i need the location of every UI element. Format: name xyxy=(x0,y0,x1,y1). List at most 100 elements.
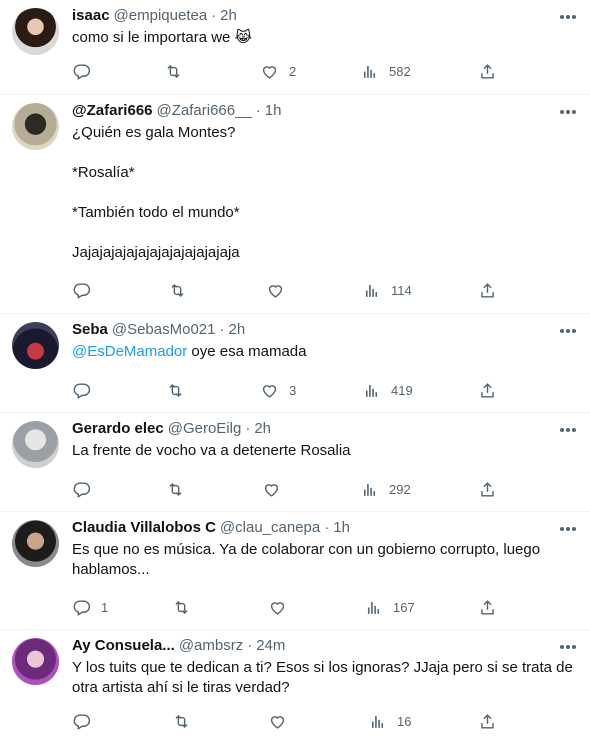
like-count: 2 xyxy=(289,64,297,79)
tweet[interactable]: Ay Consuela... @ambsrz · 24m Y los tuits… xyxy=(0,630,590,737)
author-name[interactable]: Seba xyxy=(72,320,108,340)
views-button[interactable]: 114 xyxy=(362,281,412,300)
views-count: 167 xyxy=(393,600,415,615)
avatar[interactable] xyxy=(12,103,59,150)
tweet[interactable]: isaac @empiquetea · 2h como si le import… xyxy=(0,0,590,95)
like-button[interactable] xyxy=(268,598,297,617)
views-icon xyxy=(362,381,381,400)
like-button[interactable] xyxy=(268,712,297,731)
views-button[interactable]: 419 xyxy=(362,381,413,400)
share-icon xyxy=(478,381,497,400)
action-bar: 1 167 xyxy=(72,598,578,618)
share-button[interactable] xyxy=(478,281,497,300)
like-icon xyxy=(260,62,279,81)
timestamp[interactable]: 24m xyxy=(256,636,285,656)
reply-button[interactable] xyxy=(72,712,101,731)
separator-dot: · xyxy=(245,420,251,437)
retweet-icon xyxy=(172,712,191,731)
author-name[interactable]: Gerardo elec xyxy=(72,419,164,439)
like-button[interactable]: 2 xyxy=(260,62,296,81)
tweet-text: Y los tuits que te dedican a ti? Esos si… xyxy=(72,659,573,696)
tweet[interactable]: Seba @SebasMo021 · 2h @EsDeMamador oye e… xyxy=(0,314,590,413)
share-button[interactable] xyxy=(478,480,497,499)
like-button[interactable] xyxy=(266,281,295,300)
author-handle[interactable]: @ambsrz xyxy=(179,636,243,656)
views-button[interactable]: 292 xyxy=(360,480,411,499)
avatar[interactable] xyxy=(12,322,59,369)
share-button[interactable] xyxy=(478,598,497,617)
more-icon[interactable] xyxy=(558,12,578,22)
timestamp[interactable]: 2h xyxy=(254,419,271,439)
author-handle[interactable]: @Zafari666__ xyxy=(157,101,252,121)
reply-icon xyxy=(72,712,91,731)
retweet-button[interactable] xyxy=(172,598,201,617)
reply-count: 1 xyxy=(101,600,109,615)
retweet-button[interactable] xyxy=(164,62,193,81)
like-icon xyxy=(260,381,279,400)
reply-button[interactable] xyxy=(72,480,101,499)
share-icon xyxy=(478,712,497,731)
more-icon[interactable] xyxy=(558,326,578,336)
retweet-button[interactable] xyxy=(166,381,195,400)
reply-button[interactable] xyxy=(72,281,101,300)
timestamp[interactable]: 1h xyxy=(265,101,282,121)
author-handle[interactable]: @GeroEilg xyxy=(168,419,242,439)
timestamp[interactable]: 1h xyxy=(333,518,350,538)
like-button[interactable] xyxy=(262,480,291,499)
retweet-icon xyxy=(166,381,185,400)
retweet-button[interactable] xyxy=(166,480,195,499)
retweet-icon xyxy=(166,480,185,499)
views-button[interactable]: 167 xyxy=(364,598,415,617)
author-name[interactable]: @Zafari666 xyxy=(72,101,153,121)
reply-button[interactable]: 1 xyxy=(72,598,108,617)
views-count: 419 xyxy=(391,383,413,398)
tweet[interactable]: @Zafari666 @Zafari666__ · 1h ¿Quién es g… xyxy=(0,95,590,314)
reply-button[interactable] xyxy=(72,62,101,81)
avatar[interactable] xyxy=(12,421,59,468)
timestamp[interactable]: 2h xyxy=(228,320,245,340)
views-button[interactable]: 16 xyxy=(368,712,411,731)
avatar[interactable] xyxy=(12,520,59,567)
views-icon xyxy=(360,480,379,499)
share-icon xyxy=(478,281,497,300)
retweet-button[interactable] xyxy=(168,281,197,300)
author-name[interactable]: Claudia Villalobos C xyxy=(72,518,216,538)
like-button[interactable]: 3 xyxy=(260,381,296,400)
views-button[interactable]: 582 xyxy=(360,62,411,81)
share-icon xyxy=(478,480,497,499)
timestamp[interactable]: 2h xyxy=(220,6,237,26)
tweet-text: La frente de vocho va a detenerte Rosali… xyxy=(72,442,351,459)
tweet-text: como si le importara we 😹 xyxy=(72,29,253,46)
more-icon[interactable] xyxy=(558,642,578,652)
more-icon[interactable] xyxy=(558,524,578,534)
views-count: 292 xyxy=(389,482,411,497)
retweet-button[interactable] xyxy=(172,712,201,731)
tweet-header: Gerardo elec @GeroEilg · 2h xyxy=(72,419,578,439)
more-icon[interactable] xyxy=(558,425,578,435)
separator-dot: · xyxy=(255,102,261,119)
share-button[interactable] xyxy=(478,62,497,81)
author-handle[interactable]: @clau_canepa xyxy=(220,518,320,538)
action-bar: 2 582 xyxy=(72,62,578,82)
retweet-icon xyxy=(168,281,187,300)
author-name[interactable]: Ay Consuela... xyxy=(72,636,175,656)
tweet-header: Seba @SebasMo021 · 2h xyxy=(72,320,578,340)
tweet[interactable]: Gerardo elec @GeroEilg · 2h La frente de… xyxy=(0,413,590,512)
author-handle[interactable]: @empiquetea xyxy=(114,6,208,26)
mention-link[interactable]: @EsDeMamador xyxy=(72,343,187,360)
avatar[interactable] xyxy=(12,8,59,55)
like-icon xyxy=(262,480,281,499)
separator-dot: · xyxy=(247,637,253,654)
author-name[interactable]: isaac xyxy=(72,6,110,26)
share-button[interactable] xyxy=(478,381,497,400)
reply-button[interactable] xyxy=(72,381,101,400)
share-button[interactable] xyxy=(478,712,497,731)
reply-icon xyxy=(72,480,91,499)
views-icon xyxy=(360,62,379,81)
tweet[interactable]: Claudia Villalobos C @clau_canepa · 1h E… xyxy=(0,512,590,630)
more-icon[interactable] xyxy=(558,107,578,117)
author-handle[interactable]: @SebasMo021 xyxy=(112,320,216,340)
avatar[interactable] xyxy=(12,638,59,685)
separator-dot: · xyxy=(211,7,217,24)
reply-icon xyxy=(72,381,91,400)
